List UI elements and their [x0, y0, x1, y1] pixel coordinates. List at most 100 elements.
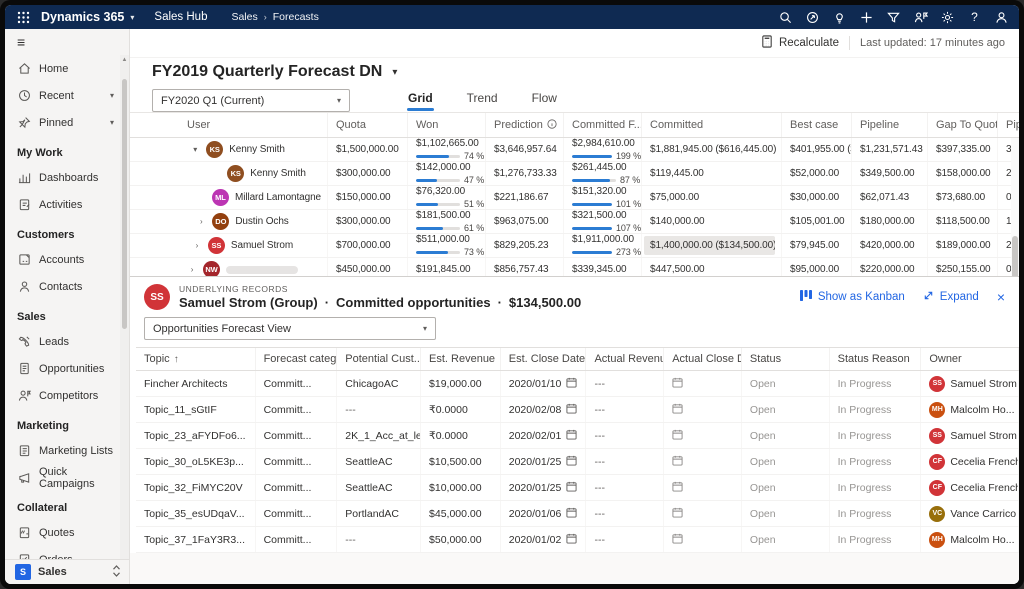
sidebar-scrollbar-thumb[interactable] — [122, 79, 127, 329]
sidebar-item-recent[interactable]: Recent ▾ — [5, 82, 120, 109]
compass-icon[interactable] — [799, 5, 826, 29]
add-icon[interactable] — [853, 5, 880, 29]
hub-name[interactable]: Sales Hub — [154, 11, 207, 23]
scroll-up-icon[interactable]: ▲ — [122, 55, 128, 65]
sidebar-item-quotes[interactable]: Quotes — [5, 519, 120, 546]
recalculate-button[interactable]: Recalculate — [761, 35, 839, 51]
col-committed-forecast[interactable]: Committed F... — [564, 113, 642, 137]
opportunity-row[interactable]: Topic_37_1FaY3R3... Committ... --- $50,0… — [136, 527, 1019, 553]
sidebar-item-competitors[interactable]: Competitors — [5, 382, 120, 409]
phone-icon — [17, 335, 31, 349]
col-potential-customer[interactable]: Potential Cust... — [337, 348, 421, 370]
area-switcher[interactable]: S Sales — [5, 559, 129, 584]
forecast-row[interactable]: KS Kenny Smith $300,000.00 $142,000.00 4… — [130, 162, 1019, 186]
sidebar-item-activities[interactable]: Activities — [5, 191, 120, 218]
collapse-chevron-icon[interactable]: ▾ — [190, 145, 200, 154]
col-status[interactable]: Status — [742, 348, 830, 370]
tab-grid[interactable]: Grid — [408, 91, 433, 112]
col-quota[interactable]: Quota — [328, 113, 408, 137]
opportunity-row[interactable]: Topic_30_oL5KE3p... Committ... SeattleAC… — [136, 449, 1019, 475]
sidebar-item-pinned[interactable]: Pinned ▾ — [5, 109, 120, 136]
forecast-row[interactable]: › SS Samuel Strom $700,000.00 $511,000.0… — [130, 234, 1019, 258]
col-est-revenue[interactable]: Est. Revenue — [421, 348, 501, 370]
quota-cell: $1,500,000.00 — [328, 138, 408, 161]
col-committed[interactable]: Committed — [642, 113, 782, 137]
opportunity-row[interactable]: Topic_32_FiMYC20V Committ... SeattleAC $… — [136, 475, 1019, 501]
col-gap-to-quota[interactable]: Gap To Quota — [928, 113, 998, 137]
topic-cell[interactable]: Topic_11_sGtIF — [136, 397, 256, 422]
info-icon[interactable] — [547, 119, 557, 132]
lightbulb-icon[interactable] — [826, 5, 853, 29]
close-icon[interactable]: × — [997, 290, 1005, 304]
avatar: SS — [144, 284, 170, 310]
topic-cell[interactable]: Topic_23_aFYDFo6... — [136, 423, 256, 448]
topic-cell[interactable]: Fincher Architects — [136, 371, 256, 396]
sidebar-item-dashboards[interactable]: Dashboards — [5, 164, 120, 191]
col-user[interactable]: User — [130, 113, 328, 137]
sidebar-item-opportunities[interactable]: Opportunities — [5, 355, 120, 382]
opportunity-row[interactable]: Fincher Architects Committ... ChicagoAC … — [136, 371, 1019, 397]
col-actual-close-date[interactable]: Actual Close D... — [664, 348, 742, 370]
area-switch-icon[interactable] — [112, 565, 121, 580]
settings-gear-icon[interactable] — [934, 5, 961, 29]
account-icon[interactable] — [988, 5, 1015, 29]
flag-person-icon[interactable] — [907, 5, 934, 29]
tab-trend[interactable]: Trend — [467, 91, 498, 112]
opportunities-table-header: Topic↑ Forecast categ... Potential Cust.… — [136, 347, 1019, 371]
sidebar-item-orders[interactable]: Orders — [5, 546, 120, 559]
app-launcher-waffle-icon[interactable] — [5, 5, 41, 29]
col-status-reason[interactable]: Status Reason — [830, 348, 922, 370]
col-est-close-date[interactable]: Est. Close Date — [501, 348, 587, 370]
col-topic[interactable]: Topic↑ — [136, 348, 256, 370]
col-prediction[interactable]: Prediction — [486, 113, 564, 137]
sidebar-item-accounts[interactable]: Accounts — [5, 246, 120, 273]
col-actual-revenue[interactable]: Actual Revenue — [586, 348, 664, 370]
topic-cell[interactable]: Topic_30_oL5KE3p... — [136, 449, 256, 474]
forecast-row[interactable]: ▾ KS Kenny Smith $1,500,000.00 $1,102,66… — [130, 138, 1019, 162]
breadcrumb-page[interactable]: Forecasts — [273, 11, 319, 23]
col-won[interactable]: Won — [408, 113, 486, 137]
period-select[interactable]: FY2020 Q1 (Current) ▾ — [152, 89, 350, 112]
col-forecast-category[interactable]: Forecast categ... — [256, 348, 338, 370]
expand-chevron-icon[interactable]: › — [192, 241, 202, 250]
sidebar-item-contacts[interactable]: Contacts — [5, 273, 120, 300]
committed-cell-selected[interactable]: $1,400,000.00 ($134,500.00) — [642, 234, 782, 257]
tab-flow[interactable]: Flow — [532, 91, 557, 112]
topic-cell[interactable]: Topic_35_esUDqaV... — [136, 501, 256, 526]
breadcrumb-section[interactable]: Sales — [231, 11, 257, 23]
expand-chevron-icon[interactable]: › — [187, 265, 197, 274]
forecast-row[interactable]: › DO Dustin Ochs $300,000.00 $181,500.00… — [130, 210, 1019, 234]
show-as-kanban-button[interactable]: Show as Kanban — [800, 290, 905, 304]
topic-cell[interactable]: Topic_32_FiMYC20V — [136, 475, 256, 500]
hamburger-menu-icon[interactable]: ≡ — [5, 29, 129, 55]
filter-icon[interactable] — [880, 5, 907, 29]
opportunity-row[interactable]: Topic_23_aFYDFo6... Committ... 2K_1_Acc_… — [136, 423, 1019, 449]
forecast-title-row: FY2019 Quarterly Forecast DN ▾ — [152, 63, 1019, 81]
opportunity-row[interactable]: Topic_35_esUDqaV... Committ... PortlandA… — [136, 501, 1019, 527]
col-best-case[interactable]: Best case — [782, 113, 852, 137]
opportunity-row[interactable]: Topic_11_sGtIF Committ... --- ₹0.0000 20… — [136, 397, 1019, 423]
forecast-row-partial[interactable]: › NW $450,000.00 $191,845.00 $856,757.43… — [130, 258, 1019, 276]
col-pipeline[interactable]: Pipeline — [852, 113, 928, 137]
chevron-down-icon[interactable]: ▾ — [110, 118, 114, 127]
prediction-cell: $1,276,733.33 — [486, 162, 564, 185]
grid-scrollbar[interactable] — [1011, 138, 1019, 276]
col-owner[interactable]: Owner — [921, 348, 1019, 370]
chevron-down-icon[interactable]: ▾ — [110, 91, 114, 100]
expand-chevron-icon[interactable]: › — [196, 217, 206, 226]
sidebar-scrollbar[interactable]: ▲ — [120, 55, 129, 559]
sidebar-item-leads[interactable]: Leads — [5, 328, 120, 355]
sidebar-item-home[interactable]: Home — [5, 55, 120, 82]
help-icon[interactable]: ? — [961, 5, 988, 29]
sidebar-item-quick-campaigns[interactable]: Quick Campaigns — [5, 464, 120, 491]
view-select[interactable]: Opportunities Forecast View ▾ — [144, 317, 436, 340]
col-pipeline-coverage[interactable]: Pipeline Co — [998, 113, 1019, 137]
forecast-row[interactable]: ML Millard Lamontagne $150,000.00 $76,32… — [130, 186, 1019, 210]
search-icon[interactable] — [772, 5, 799, 29]
product-title[interactable]: Dynamics 365 ▾ — [41, 10, 134, 24]
sidebar-item-marketing-lists[interactable]: Marketing Lists — [5, 437, 120, 464]
grid-scrollbar-thumb[interactable] — [1012, 236, 1018, 276]
topic-cell[interactable]: Topic_37_1FaY3R3... — [136, 527, 256, 552]
chevron-down-icon[interactable]: ▾ — [392, 67, 397, 78]
expand-button[interactable]: Expand — [923, 290, 979, 304]
